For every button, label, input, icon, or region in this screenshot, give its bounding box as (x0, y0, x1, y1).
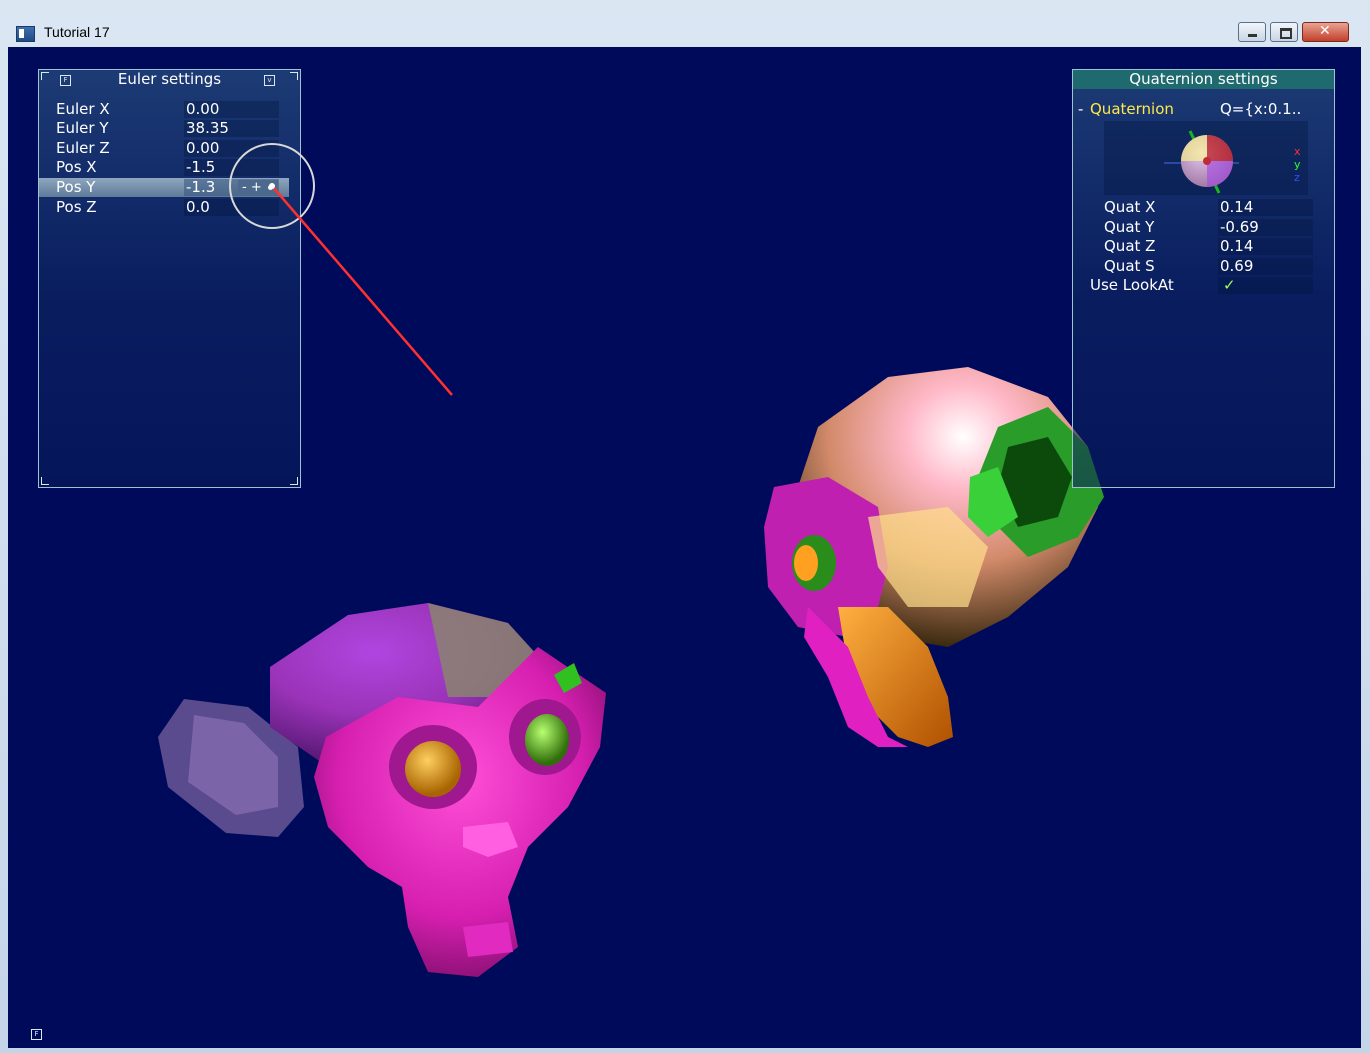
title-bar: Tutorial 17 (0, 0, 1370, 46)
pointer-line (271, 185, 453, 396)
render-viewport[interactable]: Euler settings F v Euler X 0.00 Euler Y … (8, 47, 1361, 1048)
bar-toggle-icon[interactable]: F (31, 1029, 42, 1040)
maximize-button[interactable] (1270, 22, 1298, 42)
mouse-cursor-icon (269, 183, 275, 189)
app-icon (16, 26, 35, 42)
window-title: Tutorial 17 (44, 24, 110, 40)
annotation-overlay (229, 143, 453, 396)
close-button[interactable] (1302, 22, 1349, 42)
minimize-button[interactable] (1238, 22, 1266, 42)
app-window: Tutorial 17 ✕ Euler settings F v Euler X… (0, 0, 1370, 1053)
